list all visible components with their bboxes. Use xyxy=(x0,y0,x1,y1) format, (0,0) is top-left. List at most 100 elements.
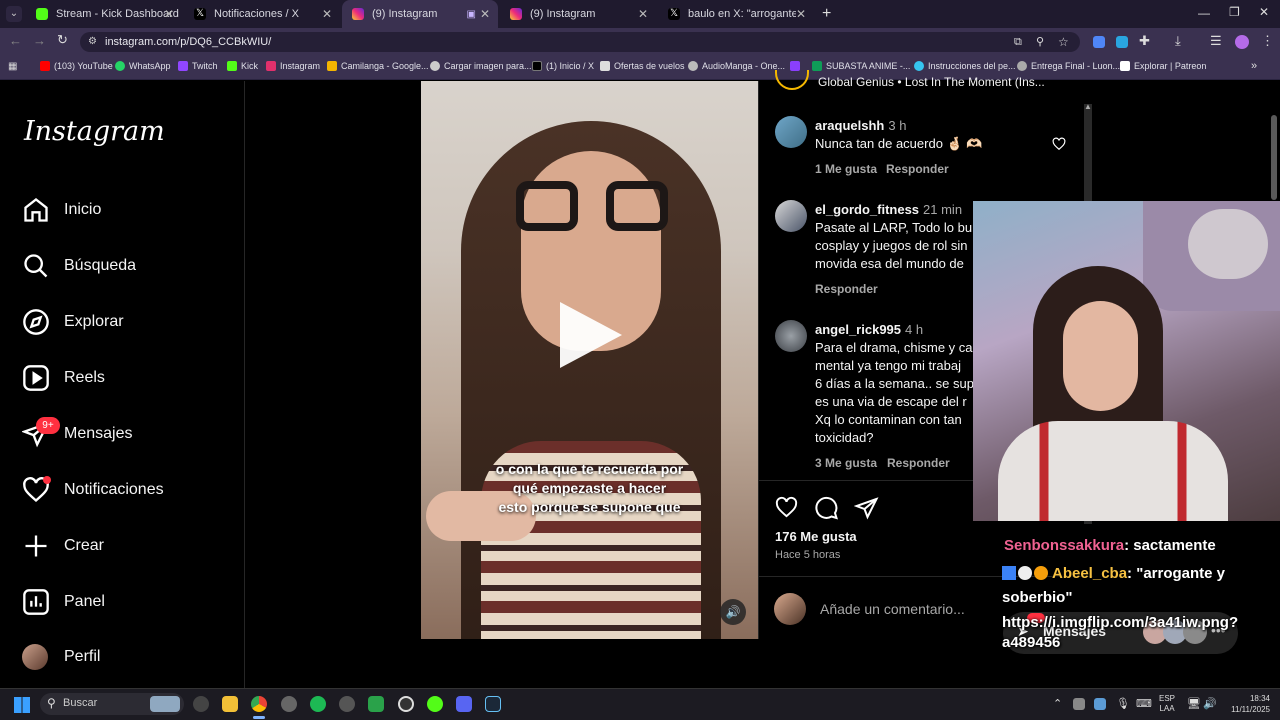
tray-overflow-icon[interactable]: ⌃ xyxy=(1053,697,1062,710)
extensions-puzzle-icon[interactable]: ✚ xyxy=(1139,33,1150,49)
file-explorer-icon[interactable] xyxy=(222,696,238,712)
keyboard-icon[interactable]: ⌨ xyxy=(1136,697,1152,710)
profile-avatar[interactable] xyxy=(1235,35,1249,49)
bookmark-kick[interactable]: Kick xyxy=(227,61,258,71)
more-bookmarks-icon[interactable]: » xyxy=(1251,60,1257,72)
avatar[interactable] xyxy=(775,320,807,352)
tray-app-icon[interactable] xyxy=(1094,698,1106,710)
likes-count[interactable]: 176 Me gusta xyxy=(775,529,857,544)
bookmark-instagram[interactable]: Instagram xyxy=(266,61,320,71)
back-button[interactable]: ← xyxy=(9,33,22,48)
address-bar[interactable]: ⚙ instagram.com/p/DQ6_CCBkWIU/ ⧉ ⚲ ☆ xyxy=(80,32,1080,52)
nav-explorar[interactable]: Explorar xyxy=(22,308,124,336)
nav-busqueda[interactable]: Búsqueda xyxy=(22,252,136,280)
scroll-up-icon[interactable]: ▲ xyxy=(1084,102,1092,111)
install-app-icon[interactable]: ⧉ xyxy=(1014,32,1022,52)
tab-kick-dashboard[interactable]: Stream - Kick Dashboard ✕ xyxy=(26,0,182,28)
close-tab-icon[interactable]: ✕ xyxy=(322,7,332,21)
messages-badge: 9+ xyxy=(36,417,60,434)
forward-button[interactable]: → xyxy=(33,33,46,48)
new-tab-button[interactable]: + xyxy=(822,5,831,23)
apps-grid-icon[interactable]: ▦ xyxy=(8,61,17,72)
bookmark-audiomanga[interactable]: AudioManga - One... xyxy=(688,61,785,71)
nav-inicio[interactable]: Inicio xyxy=(22,196,101,224)
comment-input[interactable]: Añade un comentario... xyxy=(820,601,965,617)
site-info-icon[interactable]: ⚙ xyxy=(88,32,97,52)
download-icon[interactable]: ⤓ xyxy=(1175,33,1181,49)
bookmark-subasta-anime[interactable]: SUBASTA ANIME -... xyxy=(812,61,910,71)
settings-gear-icon[interactable] xyxy=(281,696,297,712)
discord-icon[interactable] xyxy=(456,696,472,712)
nav-crear[interactable]: Crear xyxy=(22,532,104,560)
comment-likes[interactable]: 3 Me gusta xyxy=(815,456,877,470)
bookmark-whatsapp[interactable]: WhatsApp xyxy=(115,61,171,71)
tab-x-post[interactable]: 𝕏 baulo en X: "arrogante y soberbio" ✕ xyxy=(658,0,814,28)
close-tab-icon[interactable]: ✕ xyxy=(796,7,806,21)
maximize-button[interactable]: ❐ xyxy=(1229,5,1240,19)
obs-icon[interactable] xyxy=(398,696,414,712)
steam-icon[interactable] xyxy=(485,696,501,712)
extension-icon[interactable] xyxy=(1093,36,1105,48)
network-icon[interactable]: 🖥 xyxy=(1187,697,1201,710)
reply-button[interactable]: Responder xyxy=(886,162,949,176)
comment-icon[interactable] xyxy=(814,496,839,520)
tray-app-icon[interactable] xyxy=(1073,698,1085,710)
reply-button[interactable]: Responder xyxy=(887,456,950,470)
reload-button[interactable]: ↻ xyxy=(57,32,68,48)
taskbar-search[interactable]: ⚲ Buscar xyxy=(40,693,184,715)
bookmark-instrucciones[interactable]: Instrucciones del pe... xyxy=(914,61,1016,71)
comment-likes[interactable]: 1 Me gusta xyxy=(815,162,877,176)
play-icon[interactable] xyxy=(560,302,622,368)
nav-reels[interactable]: Reels xyxy=(22,364,105,392)
chat-message: https://i.imgflip.com/3a41iw.png? a48945… xyxy=(1002,614,1239,651)
close-tab-icon[interactable]: ✕ xyxy=(638,7,648,21)
like-comment-icon[interactable] xyxy=(1051,137,1067,151)
nav-panel[interactable]: Panel xyxy=(22,588,105,616)
clock[interactable]: 18:34 11/11/2025 xyxy=(1222,693,1270,715)
comment-username[interactable]: araquelshh 3 h xyxy=(815,118,906,133)
reply-button[interactable]: Responder xyxy=(815,282,878,296)
kick-icon[interactable] xyxy=(427,696,443,712)
bookmark-star-icon[interactable]: ☆ xyxy=(1058,32,1069,52)
bookmark-x-home[interactable]: (1) Inicio / X xyxy=(532,61,594,71)
like-post-icon[interactable] xyxy=(774,496,799,519)
green-app-icon[interactable] xyxy=(368,696,384,712)
volume-button[interactable]: 🔊 xyxy=(720,599,746,625)
bookmark-youtube[interactable]: (103) YouTube xyxy=(40,61,113,71)
minimize-button[interactable]: — xyxy=(1198,6,1210,20)
avatar[interactable] xyxy=(775,200,807,232)
extension-icon[interactable] xyxy=(1116,36,1128,48)
language-indicator[interactable]: ESP LAA xyxy=(1159,694,1175,714)
page-scrollbar[interactable] xyxy=(1271,115,1277,200)
avatar[interactable] xyxy=(775,116,807,148)
tab-instagram-active[interactable]: (9) Instagram ▣ ✕ xyxy=(342,0,498,28)
tab-x-notifications[interactable]: 𝕏 Notificaciones / X ✕ xyxy=(184,0,340,28)
bookmark-flights[interactable]: Ofertas de vuelos xyxy=(600,61,685,71)
menu-kebab-icon[interactable]: ⋮ xyxy=(1261,33,1274,49)
zoom-icon[interactable]: ⚲ xyxy=(1036,32,1044,52)
tab-instagram[interactable]: (9) Instagram ✕ xyxy=(500,0,656,28)
bookmark-twitch[interactable]: Twitch xyxy=(178,61,218,71)
bookmark-google-drive[interactable]: Camilanga - Google... xyxy=(327,61,429,71)
bookmark-entrega-final[interactable]: Entrega Final - Luon... xyxy=(1017,61,1120,71)
spotify-icon[interactable] xyxy=(310,696,326,712)
share-icon[interactable] xyxy=(854,496,879,520)
chrome-icon[interactable] xyxy=(251,696,267,712)
comment-username[interactable]: el_gordo_fitness 21 min xyxy=(815,202,962,217)
comment-username[interactable]: angel_rick995 4 h xyxy=(815,322,923,337)
bookmark-image-upload[interactable]: Cargar imagen para... xyxy=(430,61,532,71)
close-tab-icon[interactable]: ✕ xyxy=(480,7,490,21)
close-window-button[interactable]: ✕ xyxy=(1259,5,1269,19)
task-view-icon[interactable] xyxy=(193,696,209,712)
tab-search-button[interactable]: ⌄ xyxy=(6,6,22,22)
nav-perfil[interactable]: Perfil xyxy=(22,644,100,670)
volume-icon[interactable]: 🔊 xyxy=(1203,697,1217,710)
microphone-icon[interactable]: 🎙 xyxy=(1116,697,1130,710)
bookmark-patreon[interactable]: Explorar | Patreon xyxy=(1120,61,1206,71)
windows-start-icon[interactable] xyxy=(14,697,30,713)
close-tab-icon[interactable]: ✕ xyxy=(164,7,174,21)
instagram-logo[interactable]: Instagram xyxy=(24,116,165,147)
active-app-indicator xyxy=(253,716,265,719)
audio-app-icon[interactable] xyxy=(339,696,355,712)
reading-list-icon[interactable]: ☰ xyxy=(1210,33,1222,49)
